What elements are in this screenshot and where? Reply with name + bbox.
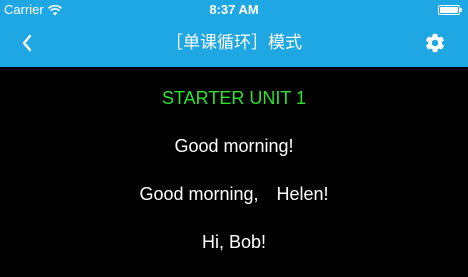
lesson-text-area: STARTER UNIT 1 Good morning! Good mornin… bbox=[0, 67, 468, 277]
lesson-sentence[interactable]: Hi, Bob! bbox=[0, 231, 468, 253]
settings-button[interactable] bbox=[422, 30, 448, 56]
status-bar: Carrier 8:37 AM bbox=[0, 0, 468, 20]
status-time: 8:37 AM bbox=[209, 2, 259, 17]
lesson-sentence[interactable]: Good morning, Helen! bbox=[0, 183, 468, 205]
back-button[interactable] bbox=[14, 30, 40, 56]
chevron-left-icon bbox=[22, 34, 32, 52]
battery-level bbox=[440, 7, 458, 13]
lesson-sentence[interactable]: Good morning! bbox=[0, 135, 468, 157]
page-title: ［单课循环］模式 bbox=[166, 33, 302, 52]
gear-icon bbox=[426, 33, 444, 53]
battery-icon bbox=[438, 5, 462, 15]
navigation-bar: ［单课循环］模式 bbox=[0, 20, 468, 67]
lesson-unit-heading: STARTER UNIT 1 bbox=[161, 88, 307, 108]
